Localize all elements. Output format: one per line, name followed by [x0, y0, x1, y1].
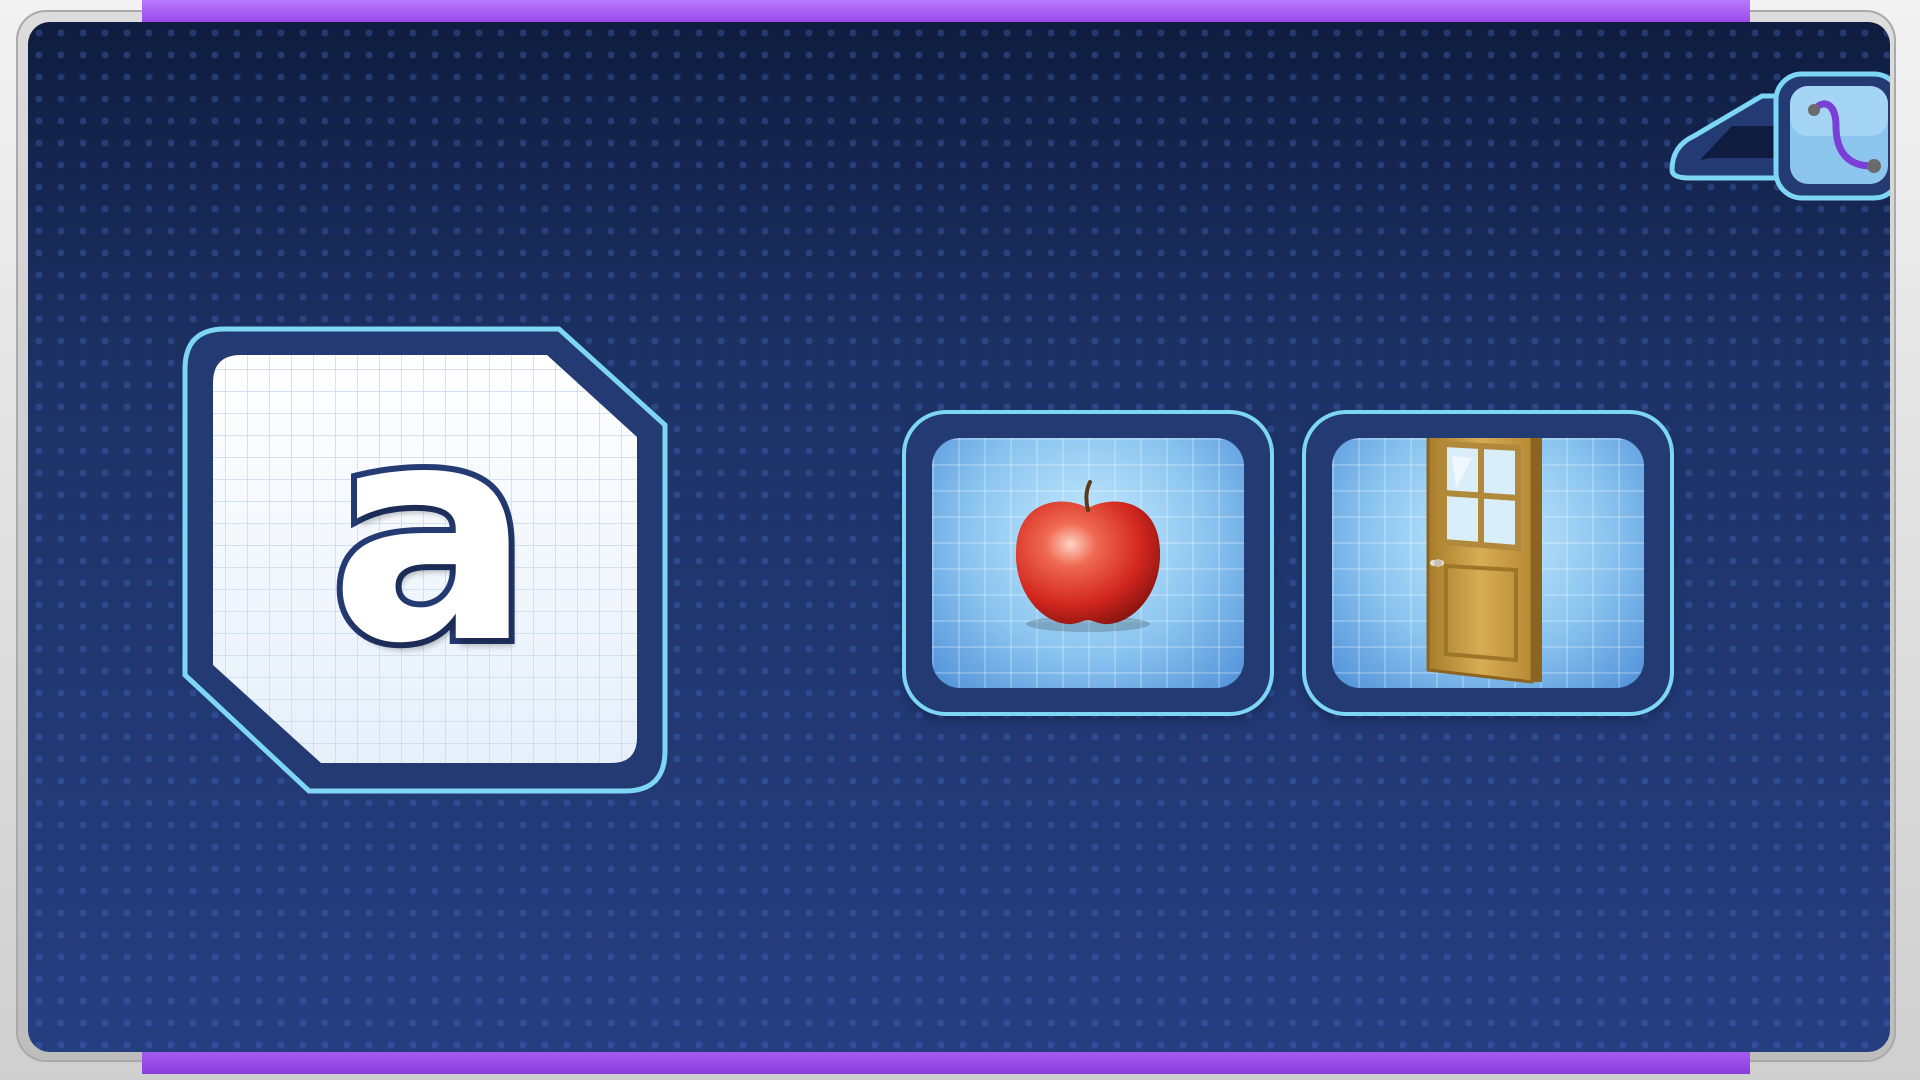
- top-accent-bar: [142, 0, 1750, 22]
- letter-card: a: [181, 325, 669, 795]
- choice-picture-frame: [1332, 438, 1644, 688]
- tracing-tool-button[interactable]: [1666, 70, 1890, 204]
- game-board: a: [28, 22, 1890, 1052]
- choice-card-apple[interactable]: [906, 414, 1270, 712]
- line-tracing-tool-icon: [1669, 71, 1890, 201]
- apple-icon: [1015, 480, 1161, 632]
- choice-card-door[interactable]: [1306, 414, 1670, 712]
- letter-glyph: a: [324, 360, 538, 709]
- screen-frame: a: [0, 0, 1920, 1080]
- choice-picture-frame: [932, 438, 1244, 688]
- door-icon: [1426, 438, 1542, 684]
- bottom-accent-bar: [142, 1052, 1750, 1074]
